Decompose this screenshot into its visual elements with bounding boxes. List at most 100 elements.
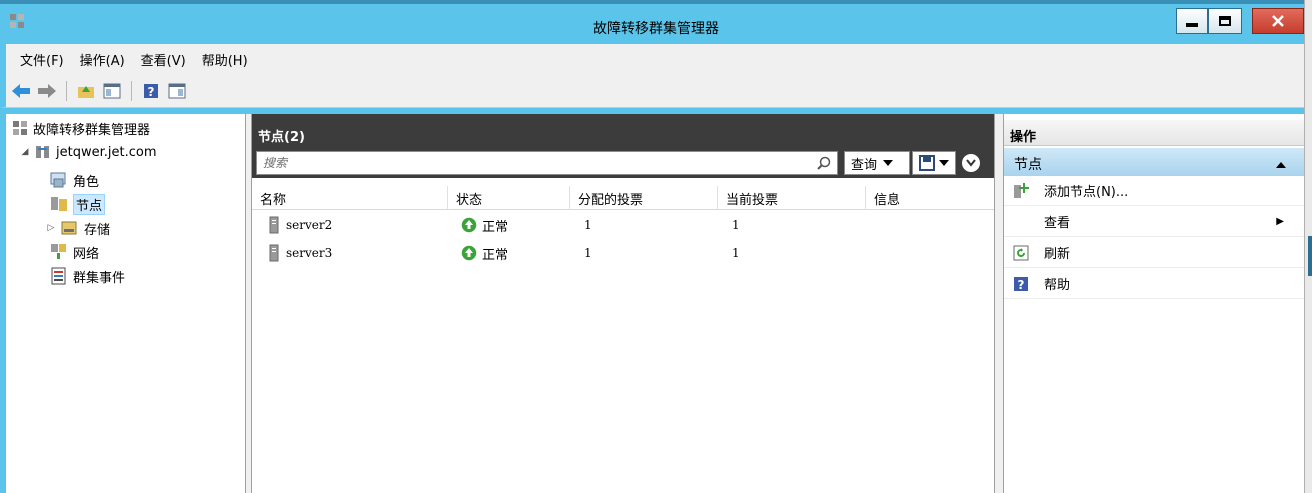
search-input[interactable] [257, 152, 797, 174]
cell-current-vote: 1 [732, 246, 740, 260]
close-button[interactable] [1252, 8, 1304, 34]
show-hide-action-pane-button[interactable] [166, 80, 188, 102]
tree-label: jetqwer.jet.com [56, 144, 157, 160]
status-up-icon [460, 244, 478, 262]
background-window-edge [1308, 236, 1312, 276]
maximize-button[interactable] [1208, 8, 1242, 34]
tree-item-storage[interactable]: ▷ 存储 [46, 218, 110, 238]
action-view[interactable]: 查看 ▶ [1004, 207, 1304, 237]
help-icon: ? [144, 83, 158, 99]
node-name: server2 [286, 218, 333, 232]
column-header-status[interactable]: 状态 [448, 186, 570, 210]
server-icon [269, 244, 279, 262]
tree-item-cluster[interactable]: ◢ jetqwer.jet.com [20, 142, 157, 162]
action-label: 刷新 [1044, 247, 1071, 262]
action-help[interactable]: ? 帮助 [1004, 269, 1304, 299]
tree-item-roles[interactable]: 角色 [50, 170, 99, 190]
collapse-arrow-icon[interactable]: ◢ [20, 147, 30, 157]
back-button[interactable] [10, 80, 32, 102]
toolbar: ? [0, 74, 1312, 108]
actions-section-header[interactable]: 节点 [1004, 148, 1304, 176]
tree-label: 存储 [84, 222, 111, 238]
action-label: 帮助 [1044, 278, 1071, 293]
toolbar-separator [66, 80, 67, 101]
forward-button[interactable] [36, 80, 58, 102]
tree-label: 群集事件 [73, 270, 126, 286]
expand-filter-button[interactable] [962, 154, 980, 172]
cell-status: 正常 [460, 240, 508, 266]
tree-label: 角色 [73, 174, 100, 190]
action-label: 添加节点(N)... [1044, 185, 1129, 200]
results-header: 节点(2) [252, 114, 994, 148]
tree-item-cluster-events[interactable]: 群集事件 [50, 266, 125, 286]
chevron-down-icon [966, 159, 976, 167]
console-tree-icon [103, 83, 121, 98]
collapse-up-icon[interactable] [1276, 156, 1286, 172]
search-box[interactable] [256, 151, 838, 175]
cluster-icon [36, 146, 49, 158]
nodes-icon [51, 197, 67, 211]
submenu-arrow-icon: ▶ [1276, 216, 1284, 227]
filter-bar: 查询 [252, 148, 994, 178]
actions-pane-title: 操作 [1004, 120, 1304, 146]
refresh-icon [1012, 244, 1030, 262]
help-icon: ? [1012, 275, 1030, 293]
up-level-button[interactable] [75, 80, 97, 102]
server-icon [269, 216, 279, 234]
roles-icon [50, 172, 66, 188]
minimize-icon [1186, 23, 1198, 27]
cell-assigned-vote: 1 [584, 246, 592, 260]
actions-section-label: 节点 [1014, 157, 1042, 173]
column-header-info[interactable]: 信息 [866, 186, 994, 210]
column-header-current-vote[interactable]: 当前投票 [718, 186, 866, 210]
title-bar: 故障转移群集管理器 [0, 0, 1312, 44]
query-button[interactable]: 查询 [844, 151, 910, 175]
svg-text:?: ? [148, 85, 155, 99]
menu-file[interactable]: 文件(F) [12, 50, 72, 69]
action-pane-icon [168, 83, 186, 98]
action-label: 查看 [1044, 216, 1071, 231]
menu-action[interactable]: 操作(A) [72, 50, 133, 69]
tree-item-root[interactable]: 故障转移群集管理器 [12, 118, 150, 138]
back-arrow-icon [12, 83, 30, 98]
dropdown-arrow-icon [883, 160, 894, 166]
cell-status: 正常 [460, 212, 508, 238]
action-add-node[interactable]: 添加节点(N)... [1004, 176, 1304, 206]
table-row[interactable]: server2 正常 1 1 [252, 212, 994, 238]
right-pane-splitter[interactable] [994, 114, 1004, 493]
networks-icon [51, 244, 66, 259]
add-node-icon [1012, 182, 1030, 200]
help-button[interactable]: ? [140, 80, 162, 102]
action-refresh[interactable]: 刷新 [1004, 238, 1304, 268]
save-query-button[interactable] [912, 151, 956, 175]
table-header: 名称 状态 分配的投票 当前投票 信息 [252, 186, 994, 210]
node-name: server3 [286, 246, 333, 260]
menu-view[interactable]: 查看(V) [133, 50, 194, 69]
blank-icon [1012, 213, 1030, 231]
tree-label: 故障转移群集管理器 [33, 122, 151, 138]
menu-help[interactable]: 帮助(H) [194, 50, 256, 69]
close-icon [1272, 15, 1284, 27]
status-text: 正常 [482, 219, 509, 235]
tree-item-nodes[interactable]: 节点 [50, 193, 106, 215]
minimize-button[interactable] [1176, 8, 1208, 34]
status-up-icon [460, 216, 478, 234]
show-hide-console-tree-button[interactable] [101, 80, 123, 102]
column-header-name[interactable]: 名称 [252, 186, 448, 210]
expand-arrow-icon[interactable]: ▷ [46, 223, 56, 233]
toolbar-separator [131, 80, 132, 101]
tree-label: 节点 [73, 193, 106, 215]
search-icon[interactable] [817, 156, 831, 174]
table-row[interactable]: server3 正常 1 1 [252, 240, 994, 266]
menu-bar: 文件(F) 操作(A) 查看(V) 帮助(H) [0, 44, 1312, 74]
cluster-events-icon [51, 267, 66, 285]
column-header-assigned-vote[interactable]: 分配的投票 [570, 186, 718, 210]
actions-pane: 操作 节点 添加节点(N)... 查看 ▶ 刷新 ? 帮助 [1004, 114, 1304, 493]
cell-current-vote: 1 [732, 218, 740, 232]
maximize-icon [1219, 16, 1231, 26]
tree-item-networks[interactable]: 网络 [50, 242, 99, 262]
cell-name: server3 [268, 240, 332, 266]
save-icon [919, 155, 935, 171]
tree-label: 网络 [73, 246, 100, 262]
svg-text:?: ? [1018, 278, 1025, 292]
